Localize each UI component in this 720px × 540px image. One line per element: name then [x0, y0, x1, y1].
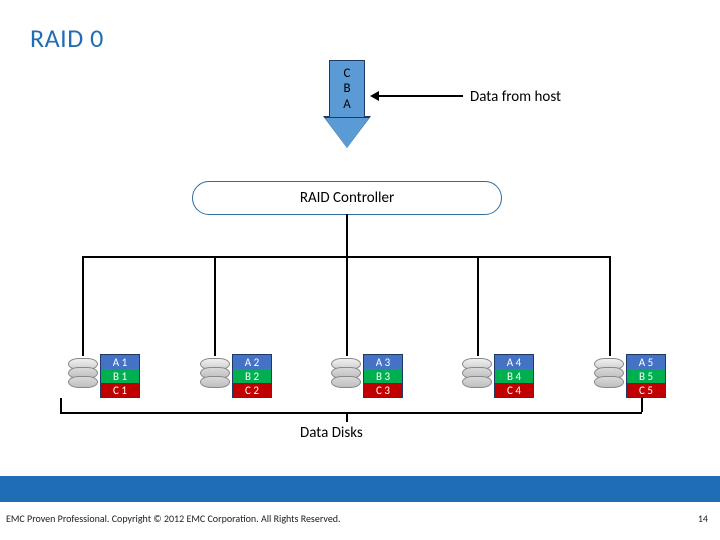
stripe-c: C 2	[233, 383, 271, 397]
stripe-block-1: A 1 B 1 C 1	[100, 354, 140, 398]
stripe-c: C 4	[495, 383, 533, 397]
bracket-horizontal	[60, 412, 642, 414]
stripe-a: A 2	[233, 355, 271, 369]
host-data-arrow: C B A	[325, 60, 369, 158]
disk-icon	[68, 358, 98, 398]
footer-bar	[0, 476, 720, 502]
disk-icon	[200, 358, 230, 398]
stripe-b: B 1	[101, 369, 139, 383]
stripe-a: A 4	[495, 355, 533, 369]
slide-title: RAID 0	[30, 22, 104, 54]
disk-icon	[594, 358, 624, 398]
bracket-stem	[346, 412, 348, 422]
stripe-c: C 5	[627, 383, 665, 397]
host-label: Data from host	[470, 88, 561, 106]
connector-vertical	[346, 214, 348, 258]
bracket-right	[641, 398, 643, 412]
connector-disk-3	[346, 256, 348, 356]
stripe-block-4: A 4 B 4 C 4	[494, 354, 534, 398]
arrow-letter-a: A	[343, 97, 351, 113]
arrow-letter-c: C	[344, 66, 351, 82]
footer-text: EMC Proven Professional. Copyright © 201…	[6, 512, 341, 525]
stripe-block-5: A 5 B 5 C 5	[626, 354, 666, 398]
stripe-c: C 3	[364, 383, 402, 397]
stripe-a: A 3	[364, 355, 402, 369]
stripe-b: B 3	[364, 369, 402, 383]
page-number: 14	[698, 512, 708, 525]
arrow-body: C B A	[329, 60, 365, 118]
stripe-block-3: A 3 B 3 C 3	[363, 354, 403, 398]
arrow-head-icon	[325, 118, 369, 148]
connector-disk-4	[477, 256, 479, 356]
arrow-left-icon	[378, 95, 463, 97]
connector-disk-1	[82, 256, 84, 356]
data-disks-label: Data Disks	[300, 424, 363, 442]
stripe-b: B 2	[233, 369, 271, 383]
bracket-left	[60, 398, 62, 412]
stripe-block-2: A 2 B 2 C 2	[232, 354, 272, 398]
stripe-a: A 5	[627, 355, 665, 369]
raid-controller-box: RAID Controller	[192, 181, 502, 215]
stripe-b: B 4	[495, 369, 533, 383]
stripe-c: C 1	[101, 383, 139, 397]
connector-disk-5	[609, 256, 611, 356]
stripe-b: B 5	[627, 369, 665, 383]
stripe-a: A 1	[101, 355, 139, 369]
disk-icon	[331, 358, 361, 398]
connector-disk-2	[214, 256, 216, 356]
disk-icon	[462, 358, 492, 398]
arrow-letter-b: B	[343, 81, 350, 97]
